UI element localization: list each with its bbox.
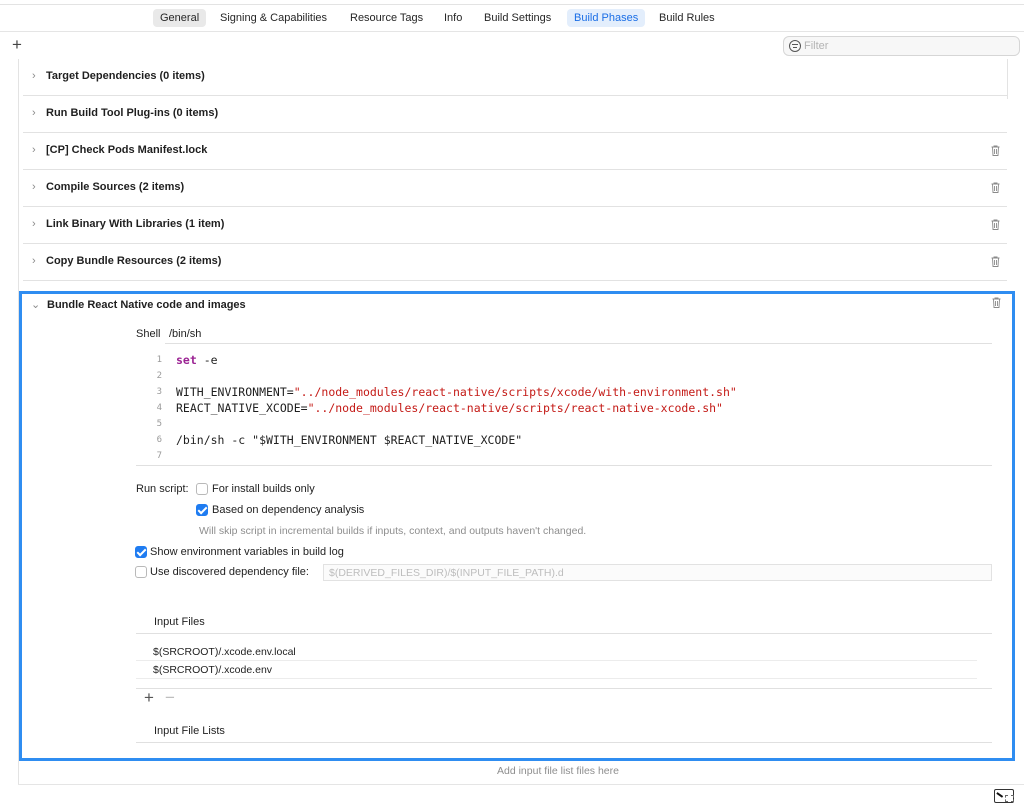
dependency-analysis-hint: Will skip script in incremental builds i…: [199, 525, 587, 537]
trash-icon[interactable]: [992, 297, 1001, 308]
script-editor[interactable]: 1 set -e 2 3 WITH_ENVIRONMENT="../node_modul…: [136, 352, 992, 466]
phase-check-pods-manifest[interactable]: › [CP] Check Pods Manifest.lock: [23, 133, 1007, 170]
chevron-right-icon[interactable]: ›: [32, 144, 42, 156]
code-text: set -e: [176, 353, 218, 367]
trash-icon[interactable]: [991, 256, 1000, 267]
line-number: 7: [156, 451, 162, 461]
code-line[interactable]: 4 REACT_NATIVE_XCODE="../node_modules/rea…: [136, 400, 992, 416]
run-script-label: Run script:: [136, 483, 189, 495]
input-file-path: $(SRCROOT)/.xcode.env.local: [153, 646, 296, 658]
tab-build-rules[interactable]: Build Rules: [652, 9, 722, 27]
add-build-phase-button[interactable]: +: [12, 35, 22, 55]
code-line[interactable]: 7: [136, 448, 992, 464]
discovered-dep-checkbox[interactable]: [135, 566, 147, 578]
phase-copy-bundle-resources[interactable]: › Copy Bundle Resources (2 items): [23, 244, 1007, 281]
shell-label: Shell: [136, 328, 161, 340]
phase-title: Run Build Tool Plug-ins (0 items): [46, 107, 219, 119]
tab-build-settings[interactable]: Build Settings: [477, 9, 558, 27]
phase-title: Compile Sources (2 items): [46, 181, 185, 193]
remove-input-file-button[interactable]: −: [165, 689, 175, 707]
tab-signing-capabilities[interactable]: Signing & Capabilities: [213, 9, 334, 27]
chevron-right-icon[interactable]: ›: [32, 70, 42, 82]
line-number: 5: [156, 419, 162, 429]
line-number: 3: [156, 387, 162, 397]
tab-build-phases[interactable]: Build Phases: [567, 9, 646, 27]
line-number: 2: [156, 371, 162, 381]
code-text: WITH_ENVIRONMENT="../node_modules/react-…: [176, 385, 737, 399]
phase-target-dependencies[interactable]: › Target Dependencies (0 items): [23, 59, 1007, 96]
discovered-dep-placeholder: $(DERIVED_FILES_DIR)/$(INPUT_FILE_PATH).…: [329, 567, 564, 579]
editor-tab-bar: General Signing & Capabilities Resource …: [0, 6, 1024, 30]
right-border: [1007, 59, 1008, 99]
dependency-analysis-checkbox[interactable]: [196, 504, 208, 516]
input-file-lists-header: Input File Lists: [136, 715, 992, 743]
input-file-path: $(SRCROOT)/.xcode.env: [153, 664, 273, 676]
code-text: /bin/sh -c "$WITH_ENVIRONMENT $REACT_NAT…: [176, 433, 523, 447]
filter-input[interactable]: [804, 39, 1004, 53]
code-line[interactable]: 3 WITH_ENVIRONMENT="../node_modules/react…: [136, 384, 992, 400]
code-text: REACT_NATIVE_XCODE="../node_modules/reac…: [176, 401, 723, 415]
code-line[interactable]: 1 set -e: [136, 352, 992, 368]
trash-icon[interactable]: [991, 182, 1000, 193]
tab-general[interactable]: General: [153, 9, 207, 27]
input-file-lists-title: Input File Lists: [154, 725, 225, 737]
trash-icon[interactable]: [991, 219, 1000, 230]
show-env-label[interactable]: Show environment variables in build log: [150, 546, 344, 558]
discovered-dep-field[interactable]: $(DERIVED_FILES_DIR)/$(INPUT_FILE_PATH).…: [323, 564, 992, 581]
chevron-right-icon[interactable]: ›: [32, 255, 42, 267]
top-separator: [0, 4, 1024, 5]
tab-resource-tags[interactable]: Resource Tags: [343, 9, 430, 27]
shell-field[interactable]: /bin/sh: [165, 324, 992, 344]
install-builds-label[interactable]: For install builds only: [212, 483, 315, 495]
show-env-checkbox[interactable]: [135, 546, 147, 558]
input-files-header: Input Files: [136, 606, 992, 634]
input-files-title: Input Files: [154, 616, 205, 628]
phases-toolbar: +: [0, 31, 1024, 59]
resize-icon[interactable]: [994, 789, 1014, 803]
dependency-analysis-label[interactable]: Based on dependency analysis: [212, 504, 364, 516]
chevron-right-icon[interactable]: ›: [32, 107, 42, 119]
filter-field[interactable]: [783, 36, 1020, 56]
filter-icon: [789, 40, 801, 52]
phase-bundle-react-native: ⌄ Bundle React Native code and images Sh…: [19, 291, 1015, 761]
input-files-controls: + −: [136, 688, 992, 708]
phase-link-binary[interactable]: › Link Binary With Libraries (1 item): [23, 207, 1007, 244]
code-line[interactable]: 5: [136, 416, 992, 432]
trash-icon[interactable]: [991, 145, 1000, 156]
list-item[interactable]: $(SRCROOT)/.xcode.env.local: [136, 643, 977, 661]
add-input-file-button[interactable]: +: [144, 689, 154, 707]
install-builds-checkbox[interactable]: [196, 483, 208, 495]
tab-info[interactable]: Info: [437, 9, 469, 27]
phase-title: Target Dependencies (0 items): [46, 70, 205, 82]
phase-title: Copy Bundle Resources (2 items): [46, 255, 222, 267]
list-item[interactable]: $(SRCROOT)/.xcode.env: [136, 661, 977, 679]
chevron-right-icon[interactable]: ›: [32, 218, 42, 230]
phase-run-build-tool-plugins[interactable]: › Run Build Tool Plug-ins (0 items): [23, 96, 1007, 133]
discovered-dep-label[interactable]: Use discovered dependency file:: [150, 566, 309, 578]
shell-value: /bin/sh: [169, 328, 202, 340]
chevron-down-icon[interactable]: ⌄: [31, 299, 41, 311]
code-line[interactable]: 2: [136, 368, 992, 384]
line-number: 1: [156, 355, 162, 365]
line-number: 4: [156, 403, 162, 413]
phase-title: [CP] Check Pods Manifest.lock: [46, 144, 208, 156]
phase-compile-sources[interactable]: › Compile Sources (2 items): [23, 170, 1007, 207]
input-file-lists-hint: Add input file list files here: [497, 765, 619, 777]
code-line[interactable]: 6/bin/sh -c "$WITH_ENVIRONMENT $REACT_NA…: [136, 432, 992, 448]
bottom-separator: [18, 784, 1024, 785]
phase-title: Link Binary With Libraries (1 item): [46, 218, 225, 230]
chevron-right-icon[interactable]: ›: [32, 181, 42, 193]
phase-title[interactable]: Bundle React Native code and images: [47, 299, 246, 311]
line-number: 6: [156, 435, 162, 445]
